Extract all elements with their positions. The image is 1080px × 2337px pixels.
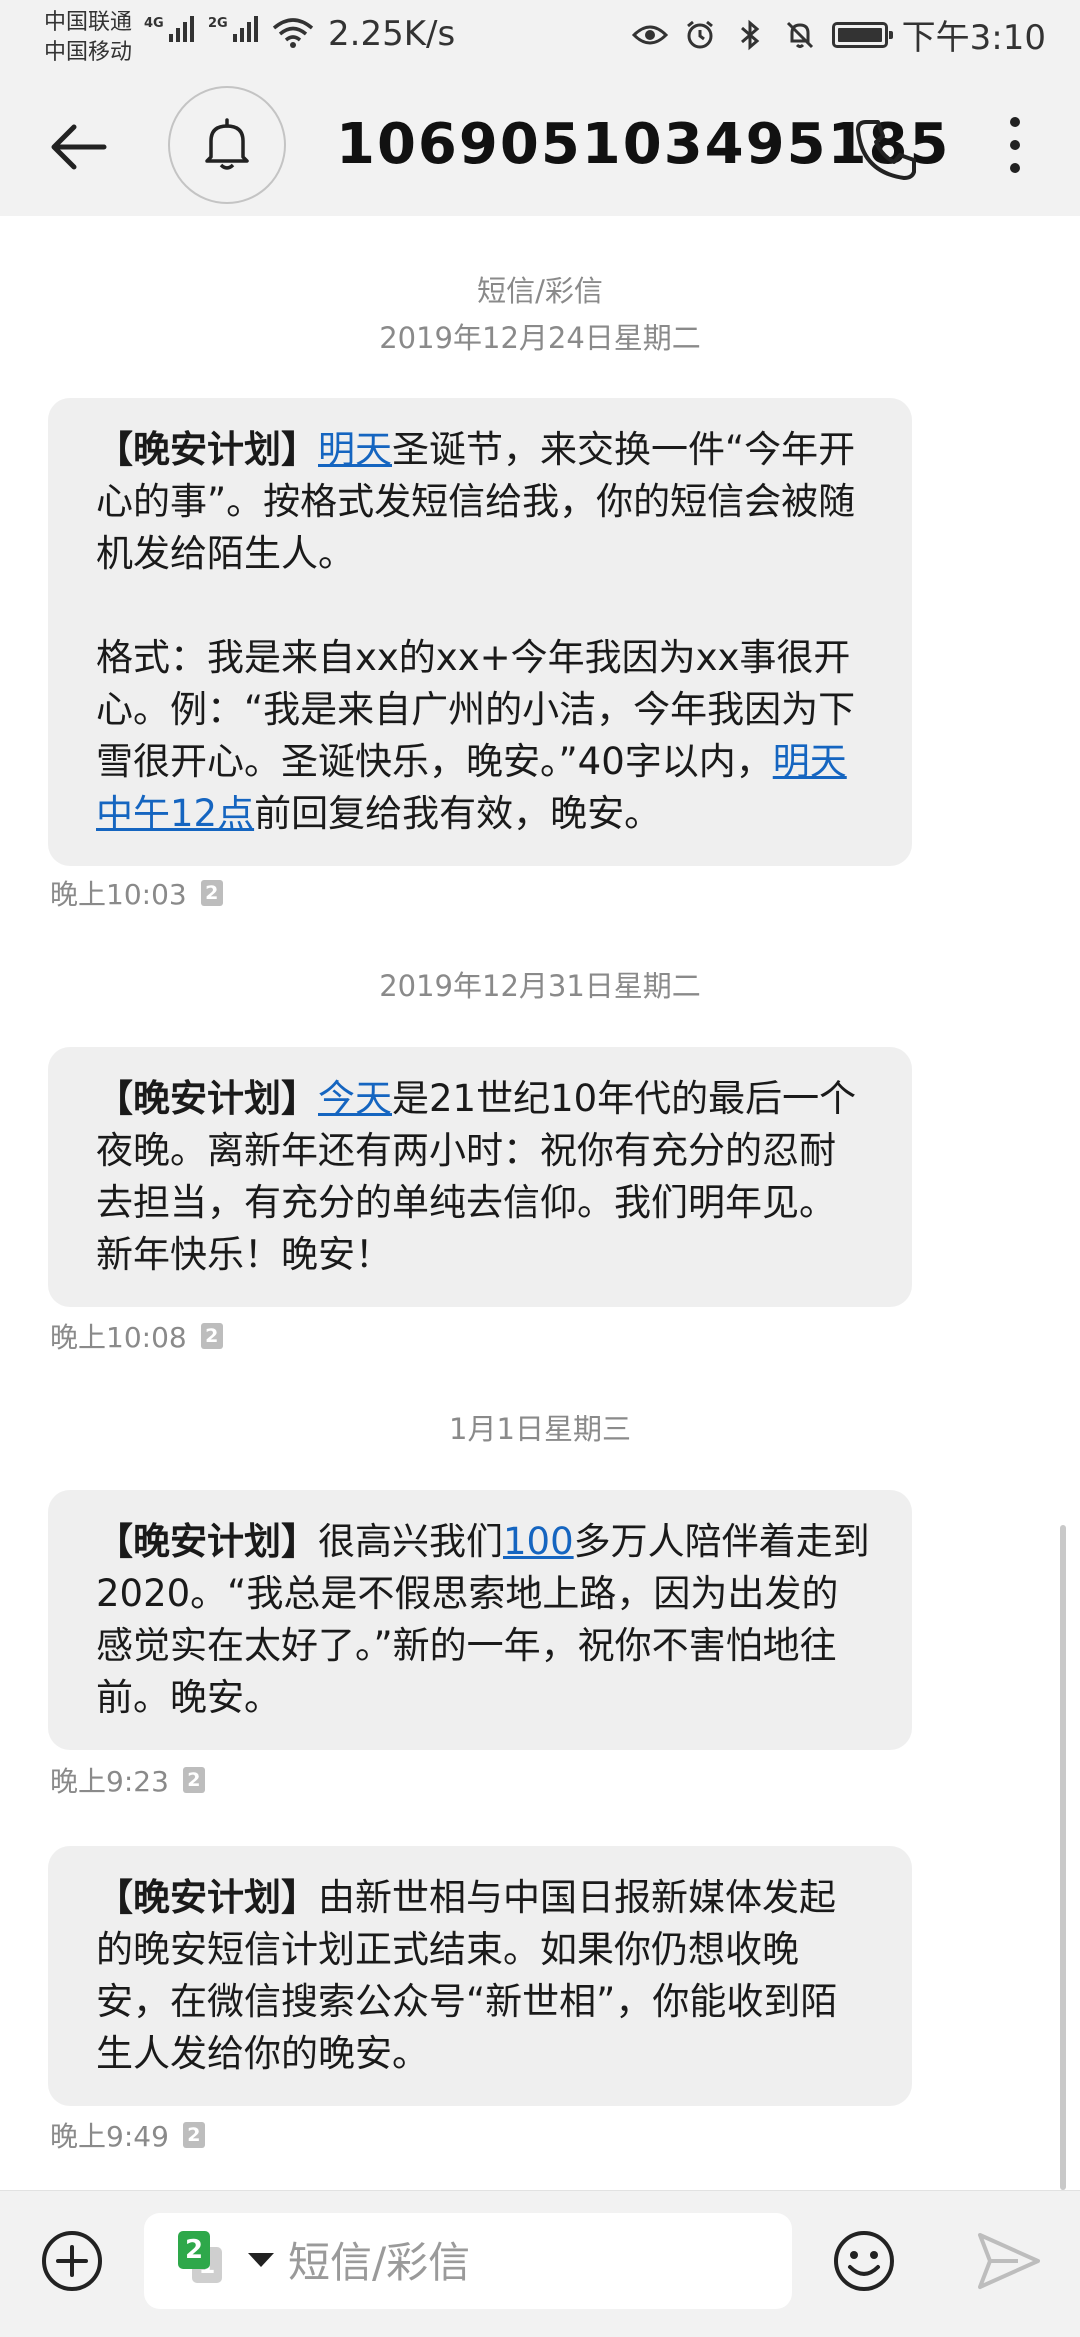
call-button[interactable] bbox=[852, 114, 922, 184]
battery-icon bbox=[831, 21, 893, 48]
more-options-button[interactable] bbox=[990, 110, 1040, 180]
date-separator: 2019年12月31日星期二 bbox=[379, 969, 701, 1003]
emoji-button[interactable] bbox=[830, 2227, 898, 2295]
net-speed-label: 2.25K/s bbox=[328, 14, 456, 54]
status-icons: 下午3:10 bbox=[631, 10, 1046, 59]
more-dot-icon bbox=[1010, 117, 1020, 127]
carrier-2-label: 中国移动 bbox=[44, 40, 133, 65]
send-icon bbox=[978, 2233, 1040, 2289]
signal-2-icon: 2G bbox=[208, 16, 258, 42]
notification-button[interactable] bbox=[168, 86, 286, 204]
arrow-left-icon bbox=[51, 124, 107, 170]
thread-type-label: 短信/彩信 bbox=[477, 274, 603, 308]
chevron-down-icon[interactable] bbox=[248, 2253, 274, 2267]
clock-label: 下午3:10 bbox=[901, 18, 1046, 58]
more-dot-icon bbox=[1010, 163, 1020, 173]
mute-bell-icon bbox=[782, 17, 818, 53]
eye-icon bbox=[631, 17, 668, 53]
date-separator: 1月1日星期三 bbox=[449, 1412, 631, 1446]
message-bubble[interactable]: 【晚安计划】很高兴我们100多万人陪伴着走到2020。“我总是不假思索地上路，因… bbox=[48, 1490, 912, 1750]
message-meta: 晚上9:49 2 bbox=[50, 2115, 205, 2155]
wifi-icon bbox=[272, 16, 314, 54]
sim-card-icon: 2 bbox=[200, 1323, 223, 1349]
message-bubble[interactable]: 【晚安计划】明天圣诞节，来交换一件“今年开心的事”。按格式发短信给我，你的短信会… bbox=[48, 398, 912, 866]
bell-icon bbox=[205, 118, 249, 170]
send-button[interactable] bbox=[974, 2229, 1044, 2293]
signal-1-icon: 4G bbox=[144, 16, 194, 42]
composer-bar: 1 2 bbox=[0, 2190, 1080, 2337]
message-meta: 晚上10:08 2 bbox=[50, 1316, 223, 1356]
message-input-box: 1 2 bbox=[144, 2213, 792, 2309]
sim-card-icon: 2 bbox=[200, 880, 223, 906]
app-bar: 106905103495185 bbox=[0, 76, 1080, 216]
carrier-1-label: 中国联通 bbox=[44, 10, 133, 35]
net-type-1-label: 4G bbox=[144, 16, 164, 31]
net-type-2-label: 2G bbox=[208, 16, 228, 31]
carrier-labels: 中国联通 中国移动 bbox=[44, 8, 132, 68]
message-sender-tag: 【晚安计划】 bbox=[96, 1077, 318, 1120]
phone-icon bbox=[856, 120, 916, 180]
sim-card-icon: 2 bbox=[182, 1767, 205, 1793]
message-time: 晚上9:49 bbox=[50, 2120, 169, 2153]
sim-selector[interactable]: 1 2 bbox=[178, 2231, 228, 2291]
message-text: 很高兴我们 bbox=[318, 1520, 503, 1563]
date-separator: 2019年12月24日星期二 bbox=[379, 321, 701, 355]
message-sender-tag: 【晚安计划】 bbox=[96, 1876, 318, 1919]
message-bubble[interactable]: 【晚安计划】由新世相与中国日报新媒体发起的晚安短信计划正式结束。如果你仍想收晚安… bbox=[48, 1846, 912, 2106]
message-meta: 晚上10:03 2 bbox=[50, 873, 223, 913]
more-dot-icon bbox=[1010, 140, 1020, 150]
message-sender-tag: 【晚安计划】 bbox=[96, 1520, 318, 1563]
message-number-link[interactable]: 100 bbox=[503, 1520, 574, 1563]
message-date-link[interactable]: 今天 bbox=[318, 1077, 392, 1120]
bluetooth-icon bbox=[732, 17, 768, 53]
sim-2-icon: 2 bbox=[178, 2231, 210, 2269]
message-time: 晚上9:23 bbox=[50, 1765, 169, 1798]
message-input[interactable] bbox=[286, 2225, 770, 2299]
message-bubble[interactable]: 【晚安计划】今天是21世纪10年代的最后一个夜晚。离新年还有两小时：祝你有充分的… bbox=[48, 1047, 912, 1307]
add-attachment-button[interactable] bbox=[38, 2227, 106, 2295]
message-meta: 晚上9:23 2 bbox=[50, 1760, 205, 1800]
message-time: 晚上10:08 bbox=[50, 1321, 187, 1354]
message-time: 晚上10:03 bbox=[50, 878, 187, 911]
message-sender-tag: 【晚安计划】 bbox=[96, 428, 318, 471]
smiley-icon bbox=[834, 2231, 894, 2291]
message-date-link[interactable]: 明天 bbox=[318, 428, 392, 471]
back-button[interactable] bbox=[44, 112, 114, 182]
sim-card-icon: 2 bbox=[182, 2122, 205, 2148]
scrollbar[interactable] bbox=[1060, 1525, 1066, 2190]
alarm-icon bbox=[682, 17, 718, 53]
plus-circle-icon bbox=[42, 2231, 102, 2291]
message-text: 前回复给我有效，晚安。 bbox=[254, 792, 662, 835]
status-bar: 中国联通 中国移动 4G 2G 2.25K/s 下午3:10 bbox=[0, 0, 1080, 76]
message-text: 圣诞节，来交换一件“今年开心的事”。按格式发短信给我，你的短信会被随机发给陌生人… bbox=[96, 428, 856, 783]
